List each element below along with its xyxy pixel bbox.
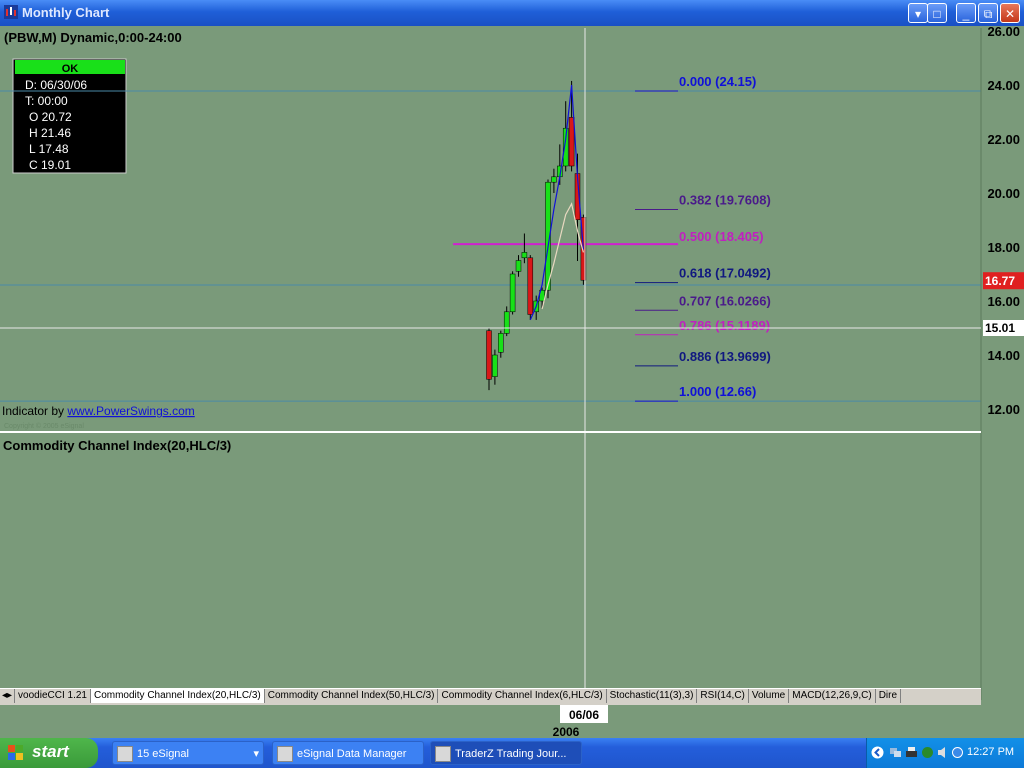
journal-icon xyxy=(435,746,451,762)
cursor-data-box: OK D: 06/30/06 T: 00:00 O 20.72 H 21.46 … xyxy=(12,58,127,174)
copyright-text: Copyright © 2005 eSignal xyxy=(4,422,84,430)
restore-chart-button[interactable]: □ xyxy=(927,3,947,23)
fib-level-label: 0.707 (16.0266) xyxy=(679,293,771,308)
window-title: Monthly Chart xyxy=(22,5,110,20)
last-price-tag: 16.77 xyxy=(985,274,1015,288)
taskbar-item-traderz-journal[interactable]: TraderZ Trading Jour... xyxy=(430,741,582,765)
study-tabs: ◂▸ voodieCCI 1.21 Commodity Channel Index(… xyxy=(0,688,981,705)
cursor-box-date: D: 06/30/06 xyxy=(25,78,87,92)
taskbar-clock: 12:27 PM xyxy=(967,746,1015,758)
cursor-box-high: H 21.46 xyxy=(29,126,71,140)
fib-level-label: 0.886 (13.9699) xyxy=(679,349,771,364)
title-bar: Monthly Chart ▾ □ _ ⧉ ✕ xyxy=(0,0,1024,26)
taskbar-item-esignal[interactable]: 15 eSignal ▾ xyxy=(112,741,264,765)
candle-up xyxy=(509,273,516,313)
candle-up xyxy=(551,176,557,183)
price-tick-label: 14.00 xyxy=(987,348,1020,363)
symbol-label: (PBW,M) Dynamic,0:00-24:00 xyxy=(4,30,182,45)
taskbar-item-data-manager[interactable]: eSignal Data Manager xyxy=(272,741,424,765)
price-tick-label: 24.00 xyxy=(987,78,1020,93)
fib-level-label: 0.786 (15.1189) xyxy=(679,318,770,333)
start-label: start xyxy=(32,742,69,761)
powerswings-link[interactable]: www.PowerSwings.com xyxy=(66,404,194,418)
cursor-box-open: O 20.72 xyxy=(29,110,72,124)
price-tick-label: 26.00 xyxy=(987,26,1020,39)
taskbar-item-label: TraderZ Trading Jour... xyxy=(455,748,567,760)
fib-level-label: 1.000 (12.66) xyxy=(679,384,756,399)
fib-level-label: 0.500 (18.405) xyxy=(679,229,764,244)
cursor-box-status: OK xyxy=(62,63,79,75)
candle-up xyxy=(521,252,528,259)
start-button[interactable]: start xyxy=(0,738,98,768)
messenger-icon[interactable] xyxy=(951,746,964,759)
price-axis: 26.00 24.00 22.00 20.00 18.00 16.00 14.00 12.00… xyxy=(980,26,1024,700)
tab-study-1[interactable]: Commodity Channel Index(20,HLC/3) xyxy=(90,689,265,703)
cursor-box-low: L 17.48 xyxy=(29,142,69,156)
indicator-credit-prefix: Indicator by xyxy=(2,404,67,418)
cursor-box-time: T: 00:00 xyxy=(25,94,68,108)
tab-study-6[interactable]: Volume xyxy=(749,689,790,703)
tab-list: voodieCCI 1.21 Commodity Channel Index(20… xyxy=(15,689,902,703)
price-tick-label: 20.00 xyxy=(987,186,1020,201)
candlesticks xyxy=(486,80,587,391)
fib-level-label: 0.618 (17.0492) xyxy=(679,266,771,281)
price-tick-label: 12.00 xyxy=(987,402,1020,417)
candle-up xyxy=(492,354,498,377)
system-tray: 12:27 PM xyxy=(866,738,1024,768)
windows-taskbar: start 15 eSignal ▾ eSignal Data Manager … xyxy=(0,738,1024,768)
tab-scroll-left[interactable]: ◂▸ xyxy=(0,689,16,703)
taskbar-item-label: 15 eSignal xyxy=(137,748,189,760)
crosshair-price-tag: 15.01 xyxy=(985,321,1015,335)
tab-study-4[interactable]: Stochastic(11(3),3) xyxy=(607,689,698,703)
group-chevron-icon: ▾ xyxy=(253,748,259,760)
windows-flag-icon xyxy=(8,745,23,760)
esignal-window-icon xyxy=(117,746,133,762)
maximize-button[interactable]: ⧉ xyxy=(978,3,998,23)
taskbar-item-label: eSignal Data Manager xyxy=(297,748,407,760)
dropdown-menu-button[interactable]: ▾ xyxy=(908,3,928,23)
tab-study-5[interactable]: RSI(14,C) xyxy=(697,689,749,703)
tab-study-3[interactable]: Commodity Channel Index(6,HLC/3) xyxy=(438,689,607,703)
tab-study-0[interactable]: voodieCCI 1.21 xyxy=(15,689,91,703)
price-tick-label: 22.00 xyxy=(987,132,1020,147)
fib-level-label: 0.000 (24.15) xyxy=(679,74,756,89)
chart-app-icon xyxy=(4,5,18,19)
cursor-box-close: C 19.01 xyxy=(29,158,71,172)
tab-study-2[interactable]: Commodity Channel Index(50,HLC/3) xyxy=(265,689,439,703)
price-chart[interactable]: (PBW,M) Dynamic,0:00-24:00 OK D: 06/30/0… xyxy=(0,26,1024,738)
close-button[interactable]: ✕ xyxy=(1000,3,1020,23)
candle-up xyxy=(503,311,510,334)
year-label: 2006 xyxy=(553,725,580,738)
candle-down xyxy=(486,330,492,380)
printer-icon[interactable] xyxy=(905,746,918,759)
tab-study-8[interactable]: Dire xyxy=(876,689,902,703)
candle-up xyxy=(498,333,504,353)
tab-study-7[interactable]: MACD(12,26,9,C) xyxy=(789,689,876,703)
indicator-credit-text: Indicator by www.PowerSwings.com xyxy=(2,404,195,418)
fib-level-label: 0.382 (19.7608) xyxy=(679,192,771,207)
lower-pane-title: Commodity Channel Index(20,HLC/3) xyxy=(3,438,231,453)
volume-icon[interactable] xyxy=(937,746,950,759)
price-tick-label: 18.00 xyxy=(987,240,1020,255)
candle-down xyxy=(568,117,575,167)
data-manager-icon xyxy=(277,746,293,762)
candle-up xyxy=(515,260,522,272)
antivirus-icon[interactable] xyxy=(921,746,934,759)
candle-down xyxy=(527,257,534,315)
price-tick-label: 16.00 xyxy=(987,294,1020,309)
tray-expand-icon[interactable] xyxy=(871,746,884,759)
minimize-button[interactable]: _ xyxy=(956,3,976,23)
date-cursor-tag: 06/06 xyxy=(569,708,599,722)
network-icon[interactable] xyxy=(889,746,902,759)
